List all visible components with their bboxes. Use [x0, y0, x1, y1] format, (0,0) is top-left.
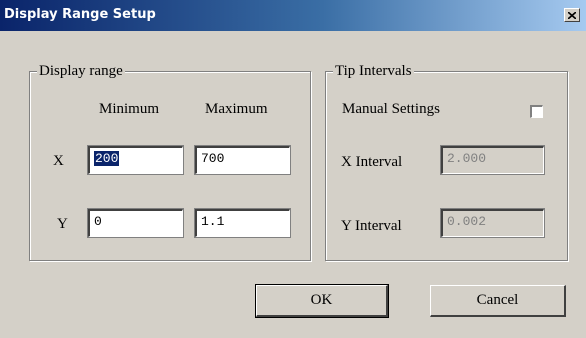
display-range-group-label: Display range	[37, 63, 125, 79]
maximum-column-label: Maximum	[205, 101, 268, 117]
window-title: Display Range Setup	[4, 7, 156, 22]
y-interval-field[interactable]: 0.002	[441, 209, 544, 237]
y-minimum-field[interactable]: 0	[88, 209, 183, 237]
x-interval-value: 2.000	[447, 151, 487, 166]
y-interval-label: Y Interval	[341, 218, 402, 234]
x-minimum-value: 200	[94, 151, 120, 166]
x-maximum-value: 700	[201, 151, 225, 166]
cancel-button[interactable]: Cancel	[430, 285, 566, 317]
title-bar[interactable]: Display Range Setup	[0, 0, 586, 31]
minimum-column-label: Minimum	[99, 101, 160, 117]
x-interval-field[interactable]: 2.000	[441, 146, 544, 174]
display-range-dialog: Display Range Setup Display range Minimu…	[0, 0, 586, 338]
y-minimum-value: 0	[94, 214, 102, 229]
close-icon	[568, 11, 576, 19]
x-row-label: X	[53, 153, 64, 169]
y-interval-value: 0.002	[447, 214, 487, 229]
ok-button[interactable]: OK	[256, 285, 388, 317]
x-minimum-field[interactable]: 200	[88, 146, 183, 174]
close-button[interactable]	[564, 8, 580, 22]
manual-settings-label: Manual Settings	[342, 101, 440, 117]
tip-intervals-group-label: Tip Intervals	[333, 63, 414, 79]
x-maximum-field[interactable]: 700	[195, 146, 290, 174]
y-row-label: Y	[57, 216, 68, 232]
y-maximum-value: 1.1	[201, 214, 225, 229]
manual-settings-checkbox[interactable]	[530, 105, 543, 118]
y-maximum-field[interactable]: 1.1	[195, 209, 290, 237]
x-interval-label: X Interval	[341, 154, 403, 170]
